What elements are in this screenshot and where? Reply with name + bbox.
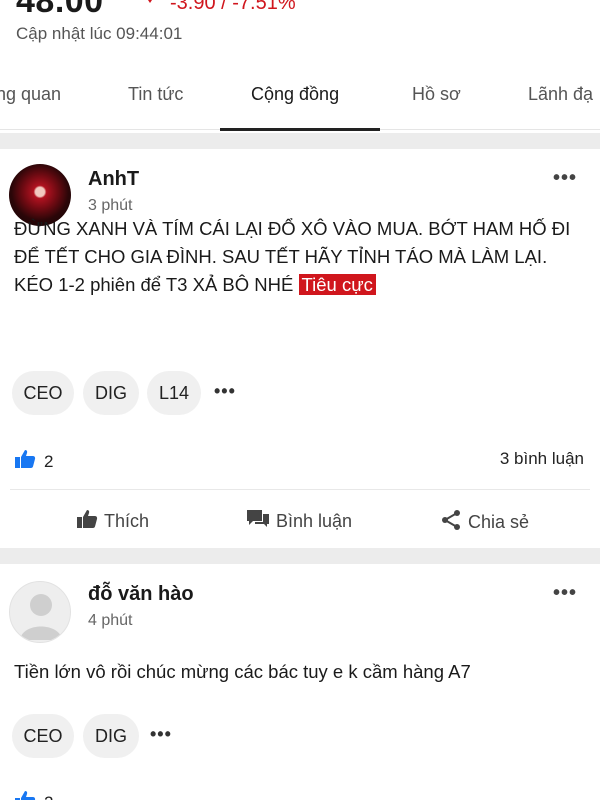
like-button[interactable]: Thích (76, 509, 149, 534)
like-count: 2 (14, 790, 53, 800)
tab-leadership[interactable]: Lãnh đạ (528, 84, 593, 105)
share-icon (440, 509, 462, 536)
post-author[interactable]: đỗ văn hào (88, 583, 194, 606)
comment-count[interactable]: 3 bình luận (500, 449, 584, 469)
post-card: đỗ văn hào 4 phút ••• Tiền lớn vô rồi ch… (0, 564, 600, 800)
post-card: AnhT 3 phút ••• ĐỪNG XANH VÀ TÍM CÁI LẠI… (0, 149, 600, 544)
avatar[interactable] (9, 581, 71, 643)
sentiment-badge: Tiêu cực (298, 274, 376, 295)
section-divider (0, 548, 600, 564)
like-icon (76, 509, 98, 534)
tag-chip[interactable]: DIG (83, 371, 139, 415)
divider (10, 489, 590, 490)
thumbs-up-icon (14, 449, 36, 474)
section-divider (0, 133, 600, 149)
like-label: Thích (104, 511, 150, 531)
like-count-value: 2 (44, 793, 53, 800)
post-content: ĐỪNG XANH VÀ TÍM CÁI LẠI ĐỔ XÔ VÀO MUA. … (14, 215, 589, 299)
more-options-icon[interactable]: ••• (553, 167, 577, 190)
like-count: 2 (14, 449, 53, 474)
share-label: Chia sẻ (468, 512, 530, 532)
tab-news[interactable]: Tin tức (128, 84, 183, 105)
thumbs-up-icon (14, 790, 36, 800)
more-options-icon[interactable]: ••• (553, 582, 577, 605)
price-change: -3.90 / -7.51% (170, 0, 296, 14)
stock-price: 48.00 (16, 0, 104, 20)
tag-chip[interactable]: CEO (12, 714, 74, 758)
last-updated: Cập nhật lúc 09:44:01 (16, 24, 183, 43)
comment-label: Bình luận (276, 511, 353, 531)
stock-header: 48.00 -3.90 / -7.51% Cập nhật lúc 09:44:… (0, 0, 600, 60)
post-content: Tiền lớn vô rồi chúc mừng các bác tuy e … (14, 661, 471, 682)
tab-community[interactable]: Cộng đồng (251, 84, 339, 105)
active-tab-indicator (220, 128, 380, 131)
post-text: ĐỪNG XANH VÀ TÍM CÁI LẠI ĐỔ XÔ VÀO MUA. … (14, 218, 571, 295)
post-author[interactable]: AnhT (88, 168, 139, 191)
more-tags-icon[interactable]: ••• (150, 724, 172, 745)
tab-bar: ng quan Tin tức Cộng đồng Hồ sơ Lãnh đạ (0, 62, 600, 131)
post-time: 4 phút (88, 612, 133, 629)
default-avatar-icon (20, 594, 62, 640)
tag-chip[interactable]: L14 (147, 371, 201, 415)
tag-chip[interactable]: CEO (12, 371, 74, 415)
share-button[interactable]: Chia sẻ (440, 509, 529, 536)
post-time: 3 phút (88, 197, 133, 214)
down-arrow-icon (144, 0, 156, 3)
comment-icon (246, 509, 270, 534)
tag-chip[interactable]: DIG (83, 714, 139, 758)
like-count-value: 2 (44, 451, 54, 471)
more-tags-icon[interactable]: ••• (214, 381, 236, 402)
tab-profile[interactable]: Hồ sơ (412, 84, 461, 105)
comment-button[interactable]: Bình luận (246, 509, 352, 534)
tab-overview[interactable]: ng quan (0, 84, 61, 105)
